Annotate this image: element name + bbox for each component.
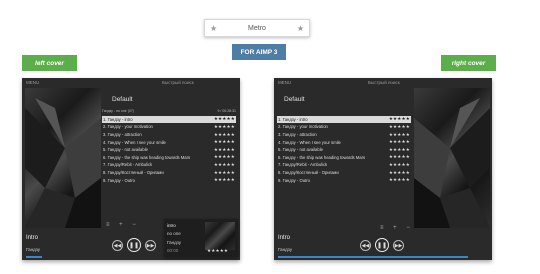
track-rating[interactable]: ★★★★★ — [389, 177, 410, 183]
track-rating[interactable]: ★★★★★ — [214, 147, 235, 153]
track-rating[interactable]: ★★★★★ — [214, 132, 235, 138]
quick-search[interactable]: Быстрый поиск — [368, 80, 400, 85]
track-rating[interactable]: ★★★★★ — [389, 162, 410, 168]
cover-art-image — [25, 98, 101, 228]
track-row[interactable]: 7. Гандзу/Rebit - Ambulick ★★★★★ — [102, 162, 236, 169]
track-row[interactable]: 4. Гандзу - When I see your smile ★★★★★ — [277, 139, 411, 146]
cover-art-image — [414, 98, 490, 228]
previous-button[interactable]: ◀◀ — [112, 240, 123, 251]
now-playing-title: Intro — [26, 235, 39, 241]
track-row[interactable]: 8. Гандзу/Костленый - Оригами ★★★★★ — [102, 169, 236, 176]
track-title: 1. Гандзу - intro — [103, 116, 133, 122]
track-title: 1. Гандзу - intro — [278, 116, 308, 122]
track-row[interactable]: 2. Гандзу - your motivation ★★★★★ — [102, 124, 236, 131]
star-icon: ★ — [210, 23, 218, 33]
right-cover-button[interactable]: right cover — [441, 55, 496, 71]
track-row[interactable]: 3. Гандзу - attraction ★★★★★ — [277, 131, 411, 138]
track-title: 8. Гандзу/Костленый - Оригами — [103, 170, 164, 176]
track-title: 9. Гандзу - Outro — [278, 177, 310, 183]
playlist-name[interactable]: Default — [112, 96, 133, 103]
track-title: 8. Гандзу/Костленый - Оригами — [278, 170, 339, 176]
player-window-right-cover: MENU Быстрый поиск Default 1. Гандзу - i… — [274, 78, 492, 260]
album-cover — [414, 88, 490, 228]
track-rating[interactable]: ★★★★★ — [389, 132, 410, 138]
track-row[interactable]: 2. Гандзу - your motivation ★★★★★ — [277, 124, 411, 131]
track-title: 7. Гандзу/Rebit - Ambulick — [103, 162, 153, 168]
track-row[interactable]: 6. Гандзу - the ship was heading towards… — [102, 154, 236, 161]
track-rating[interactable]: ★★★★★ — [389, 139, 410, 145]
track-rating[interactable]: ★★★★★ — [389, 124, 410, 130]
track-rating[interactable]: ★★★★★ — [389, 154, 410, 160]
track-row[interactable]: 9. Гандзу - Outro ★★★★★ — [277, 177, 411, 184]
track-title: 4. Гандзу - When I see your smile — [278, 139, 341, 145]
style-title-bar: ★ Metro ★ — [204, 19, 310, 37]
track-rating[interactable]: ★★★★★ — [389, 147, 410, 153]
progress-bar[interactable] — [278, 256, 468, 258]
track-row[interactable]: 8. Гандзу/Костленый - Оригами ★★★★★ — [277, 169, 411, 176]
track-title: 5. Гандзу - not available — [103, 147, 148, 153]
track-row[interactable]: 1. Гандзу - intro ★★★★★ — [277, 116, 411, 123]
track-row[interactable]: 4. Гандзу - When I see your smile ★★★★★ — [102, 139, 236, 146]
pause-button[interactable]: ❚❚ — [127, 238, 141, 252]
next-button[interactable]: ▶▶ — [145, 240, 156, 251]
track-rating[interactable]: ★★★★★ — [214, 154, 235, 160]
now-playing-title: Intro — [278, 235, 291, 241]
playlist-name[interactable]: Default — [284, 96, 305, 103]
track-rating[interactable]: ★★★★★ — [214, 116, 235, 122]
style-title: Metro — [248, 24, 266, 32]
track-row[interactable]: 1. Гандзу - intro ★★★★★ — [102, 116, 236, 123]
album-cover — [25, 88, 101, 228]
pause-button[interactable]: ❚❚ — [375, 238, 389, 252]
track-title: 3. Гандзу - attraction — [278, 132, 317, 138]
progress-bar[interactable] — [26, 256, 42, 258]
mini-cover — [205, 222, 235, 250]
menu-label[interactable]: MENU — [26, 80, 39, 85]
track-rating[interactable]: ★★★★★ — [214, 177, 235, 183]
track-rating[interactable]: ★★★★★ — [389, 170, 410, 176]
mini-artist: no one — [167, 231, 181, 236]
track-row[interactable]: 6. Гандзу - the ship was heading towards… — [277, 154, 411, 161]
playlist-tools[interactable]: ≡ + − — [106, 222, 140, 228]
aimp-badge: FOR AIMP 3 — [232, 44, 286, 60]
track-title: 9. Гандзу - Outro — [103, 177, 135, 183]
mini-player: intro no one Гандзу 00:00 ★★★★★ — [164, 219, 238, 257]
mini-rating[interactable]: ★★★★★ — [207, 248, 228, 254]
track-title: 2. Гандзу - your motivation — [278, 124, 328, 130]
mini-title: intro — [167, 223, 176, 228]
menu-label[interactable]: MENU — [278, 80, 291, 85]
track-row[interactable]: 3. Гандзу - attraction ★★★★★ — [102, 131, 236, 138]
track-rating[interactable]: ★★★★★ — [214, 124, 235, 130]
track-row[interactable]: 9. Гандзу - Outro ★★★★★ — [102, 177, 236, 184]
next-button[interactable]: ▶▶ — [393, 240, 404, 251]
left-cover-button[interactable]: left cover — [22, 55, 77, 71]
now-playing-artist: Гандзу — [26, 247, 41, 252]
previous-button[interactable]: ◀◀ — [360, 240, 371, 251]
star-icon: ★ — [296, 23, 304, 33]
track-row[interactable]: 5. Гандзу - not available ★★★★★ — [277, 146, 411, 153]
now-playing-artist: Гандзу — [278, 247, 293, 252]
track-title: 7. Гандзу/Rebit - Ambulick — [278, 162, 328, 168]
track-row[interactable]: 5. Гандзу - not available ★★★★★ — [102, 146, 236, 153]
track-title: 6. Гандзу - the ship was heading towards… — [103, 154, 191, 160]
mini-time: 00:00 — [167, 248, 179, 253]
track-title: 2. Гандзу - your motivation — [103, 124, 153, 130]
track-title: 3. Гандзу - attraction — [103, 132, 142, 138]
playlist-tools[interactable]: ≡ + − — [380, 225, 414, 231]
quick-search[interactable]: Быстрый поиск — [162, 80, 194, 85]
track-rating[interactable]: ★★★★★ — [214, 170, 235, 176]
track-title: 6. Гандзу - the ship was heading towards… — [278, 154, 366, 160]
track-title: 4. Гандзу - When I see your smile — [103, 139, 166, 145]
track-title: 5. Гандзу - not available — [278, 147, 323, 153]
track-rating[interactable]: ★★★★★ — [389, 116, 410, 122]
track-row[interactable]: 7. Гандзу/Rebit - Ambulick ★★★★★ — [277, 162, 411, 169]
playlist-info: Гандзу - no one (07) 9 / 00:28:31 — [102, 109, 236, 113]
track-rating[interactable]: ★★★★★ — [214, 162, 235, 168]
track-rating[interactable]: ★★★★★ — [214, 139, 235, 145]
mini-artist-2: Гандзу — [167, 240, 182, 245]
